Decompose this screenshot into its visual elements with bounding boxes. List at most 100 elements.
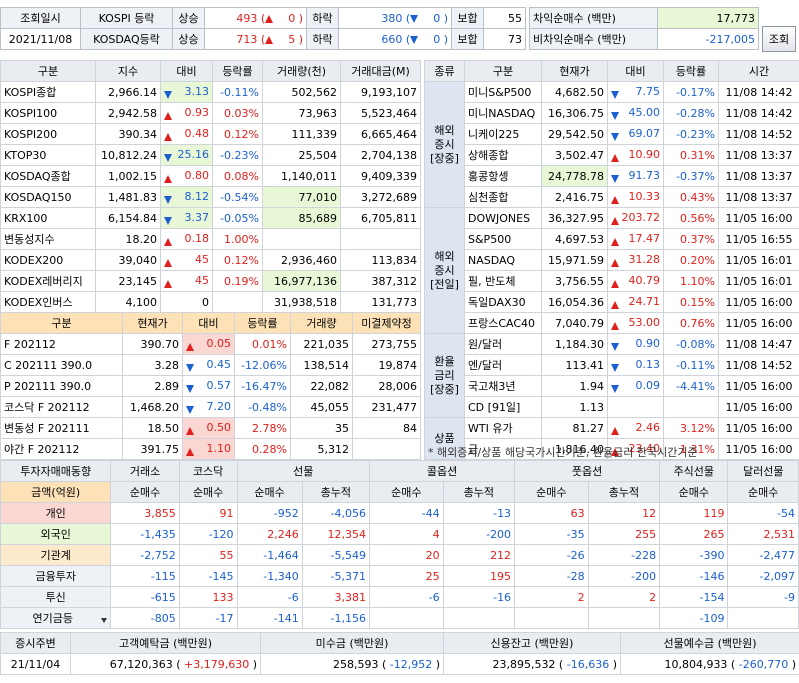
- world-name: 미니S&P500: [464, 81, 542, 103]
- date-label: 조회일시: [0, 7, 81, 29]
- investor-row[interactable]: 기관계 -2,752 55 -1,464 -5,549 20 212 -26 -228 -390-…: [0, 544, 799, 566]
- index-row[interactable]: 변동성지수 18.20 0.18 1.00%: [0, 228, 421, 250]
- arb-value: 17,773: [657, 7, 759, 29]
- investor-row[interactable]: 개인 3,855 91 -952 -4,056 -44 -13 63 12 119 -54: [0, 502, 799, 524]
- investor-value: -228: [587, 544, 661, 566]
- dropdown-arrow-icon[interactable]: [101, 618, 108, 623]
- world-name: S&P500: [464, 228, 542, 250]
- investor-value: -200: [442, 523, 516, 545]
- investor-group-header: 달러선물: [727, 460, 799, 482]
- world-name: 독일DAX30: [464, 291, 542, 313]
- index-name: KOSPI종합: [0, 81, 96, 103]
- non-arb-label: 비차익순매수 (백만): [529, 28, 658, 50]
- futures-change: 0.57: [182, 375, 235, 397]
- search-button[interactable]: 조회: [762, 26, 796, 52]
- investor-row[interactable]: 외국인 -1,435 -120 2,246 12,354 4 -200 -35 255 265 2,…: [0, 523, 799, 545]
- investor-group-header: 코스닥: [178, 460, 238, 482]
- world-row[interactable]: 상품 WTI 유가 81.27 2.46 3.12% 11/05 16:00: [424, 417, 799, 460]
- index-row[interactable]: KTOP30 10,812.24 25.16 -0.23% 25,504 2,704,13…: [0, 144, 421, 166]
- world-change: 2.46: [607, 417, 664, 439]
- world-row[interactable]: 해외 증시 [전일] DOWJONES 36,327.95 203.72 0.56% 11/0…: [424, 207, 799, 334]
- world-change: 0.13: [607, 354, 664, 376]
- futures-row[interactable]: F 202112 390.70 0.05 0.01% 221,035 273,755: [0, 333, 421, 355]
- down-arrow-icon: [410, 14, 419, 23]
- world-price: 36,327.95: [541, 207, 608, 229]
- world-row[interactable]: 프랑스CAC40 7,040.79 53.00 0.76% 11/05 16:00: [425, 312, 799, 334]
- index-row[interactable]: KOSDAQ종합 1,002.15 0.80 0.08% 1,140,011 9,409,…: [0, 165, 421, 187]
- futures-open-interest: [352, 438, 421, 460]
- world-time: 11/08 14:42: [718, 81, 799, 103]
- down-triangle-icon: [164, 196, 172, 204]
- index-value: 6,154.84: [95, 207, 161, 229]
- investor-name[interactable]: 연기금등: [0, 607, 112, 629]
- kosdaq-down-count: 660 (0 ): [338, 28, 452, 50]
- index-value: 23,145: [95, 270, 161, 292]
- investor-flow-table: 투자자매매동향 거래소 코스닥 선물 콜옵션 풋옵션 주식선물 달러선물 금액(억원) 순매수 순…: [0, 460, 799, 629]
- index-row[interactable]: KODEX레버리지 23,145 45 0.19% 16,977,136 387,312: [0, 270, 421, 292]
- world-row[interactable]: NASDAQ 15,971.59 31.28 0.20% 11/05 16:01: [425, 249, 799, 271]
- index-row[interactable]: KOSPI200 390.34 0.48 0.12% 111,339 6,665,464: [0, 123, 421, 145]
- index-row[interactable]: KOSDAQ150 1,481.83 8.12 -0.54% 77,010 3,272,6…: [0, 186, 421, 208]
- world-time: 11/05 16:00: [718, 375, 799, 397]
- futures-row[interactable]: 코스닥 F 202112 1,468.20 7.20 -0.48% 45,055 231,…: [0, 396, 421, 418]
- futures-row[interactable]: 변동성 F 202111 18.50 0.50 2.78% 35 84: [0, 417, 421, 439]
- investor-row[interactable]: 연기금등 -805 -17 -141 -1,156 -109: [0, 607, 799, 629]
- arbitrage-table: 차익순매수 (백만) 17,773 비차익순매수 (백만) -217,005: [529, 7, 759, 50]
- futures-row[interactable]: P 202111 390.0 2.89 0.57 -16.47% 22,082 28,00…: [0, 375, 421, 397]
- world-rate: -0.37%: [663, 165, 719, 187]
- futures-row[interactable]: 야간 F 202112 391.75 1.10 0.28% 5,312: [0, 438, 421, 460]
- index-row[interactable]: KOSPI종합 2,966.14 3.13 -0.11% 502,562 9,193,10…: [0, 81, 421, 103]
- world-row[interactable]: S&P500 4,697.53 17.47 0.37% 11/05 16:55: [425, 228, 799, 250]
- index-change: 8.12: [160, 186, 213, 208]
- world-price: 16,054.36: [541, 291, 608, 313]
- investor-row[interactable]: 금융투자 -115 -145 -1,340 -5,371 25 195 -28 -200 -146…: [0, 565, 799, 587]
- world-price: 24,778.78: [541, 165, 608, 187]
- futures-price: 2.89: [122, 375, 183, 397]
- world-row[interactable]: 심천종합 2,416.75 10.33 0.43% 11/08 13:37: [425, 186, 799, 208]
- world-row[interactable]: 상해종합 3,502.47 10.90 0.31% 11/08 13:37: [425, 144, 799, 166]
- index-row[interactable]: KODEX200 39,040 45 0.12% 2,936,460 113,834: [0, 249, 421, 271]
- world-time: 11/05 16:01: [718, 249, 799, 271]
- kospi-up-count: 493 (0 ): [204, 7, 307, 29]
- futures-row[interactable]: C 202111 390.0 3.28 0.45 -12.06% 138,514 19,8…: [0, 354, 421, 376]
- world-name: 엔/달러: [464, 354, 542, 376]
- index-row[interactable]: KOSPI100 2,942.58 0.93 0.03% 73,963 5,523,464: [0, 102, 421, 124]
- world-row[interactable]: 니케이225 29,542.50 69.07 -0.23% 11/08 14:52: [425, 123, 799, 145]
- world-row[interactable]: 홍콩항셍 24,778.78 91.73 -0.37% 11/08 13:37: [425, 165, 799, 187]
- index-row[interactable]: KRX100 6,154.84 3.37 -0.05% 85,689 6,705,811: [0, 207, 421, 229]
- index-name: KOSDAQ종합: [0, 165, 96, 187]
- futures-open-interest: 84: [352, 417, 421, 439]
- down-triangle-icon: [611, 133, 619, 141]
- world-note: * 해외증시/상품 해당국가시간기준, 환율금리 한국시간기준: [428, 446, 698, 459]
- world-row[interactable]: 엔/달러 113.41 0.13 -0.11% 11/08 14:52: [425, 354, 799, 376]
- investor-value: -16: [442, 586, 516, 608]
- world-name: WTI 유가: [464, 417, 542, 439]
- world-change: 0.09: [607, 375, 664, 397]
- world-col-header: 구분: [464, 60, 542, 82]
- world-row[interactable]: 미니NASDAQ 16,306.75 45.00 -0.28% 11/08 14:42: [425, 102, 799, 124]
- index-row[interactable]: KODEX인버스 4,100 0 31,938,518 131,773: [0, 291, 421, 313]
- world-price: 3,502.47: [541, 144, 608, 166]
- investor-row[interactable]: 투신 -615 133 -6 3,381 -6 -16 2 2 -154 -9: [0, 586, 799, 608]
- index-name: 변동성지수: [0, 228, 96, 250]
- world-time: 11/05 16:00: [718, 417, 799, 439]
- up-triangle-icon: [186, 343, 194, 351]
- world-row[interactable]: 국고채3년 1.94 0.09 -4.41% 11/05 16:00: [425, 375, 799, 397]
- futures-rate: 0.28%: [234, 438, 291, 460]
- index-amount: 387,312: [340, 270, 421, 292]
- funds-value: 67,120,363 ( +3,179,630 ): [70, 653, 261, 675]
- investor-value: 2,246: [236, 523, 303, 545]
- world-row[interactable]: 환율 금리 [장중] 원/달러 1,184.30 0.90 -0.08% 11/08 14:4…: [424, 333, 799, 418]
- world-row[interactable]: 독일DAX30 16,054.36 24.71 0.15% 11/05 16:00: [425, 291, 799, 313]
- index-volume: 73,963: [262, 102, 341, 124]
- investor-value: [514, 607, 589, 629]
- world-col-header: 대비: [607, 60, 664, 82]
- world-row[interactable]: 해외 증시 [장중] 미니S&P500 4,682.50 7.75 -0.17% 11/08 …: [424, 81, 799, 208]
- down-triangle-icon: [186, 406, 194, 414]
- index-rate: 0.03%: [212, 102, 263, 124]
- world-row[interactable]: 필, 반도체 3,756.55 40.79 1.10% 11/05 16:01: [425, 270, 799, 292]
- down-triangle-icon: [611, 385, 619, 393]
- funds-date: 21/11/04: [0, 653, 71, 675]
- world-rate: [663, 396, 719, 418]
- world-row[interactable]: CD [91일] 1.13 11/05 16:00: [425, 396, 799, 418]
